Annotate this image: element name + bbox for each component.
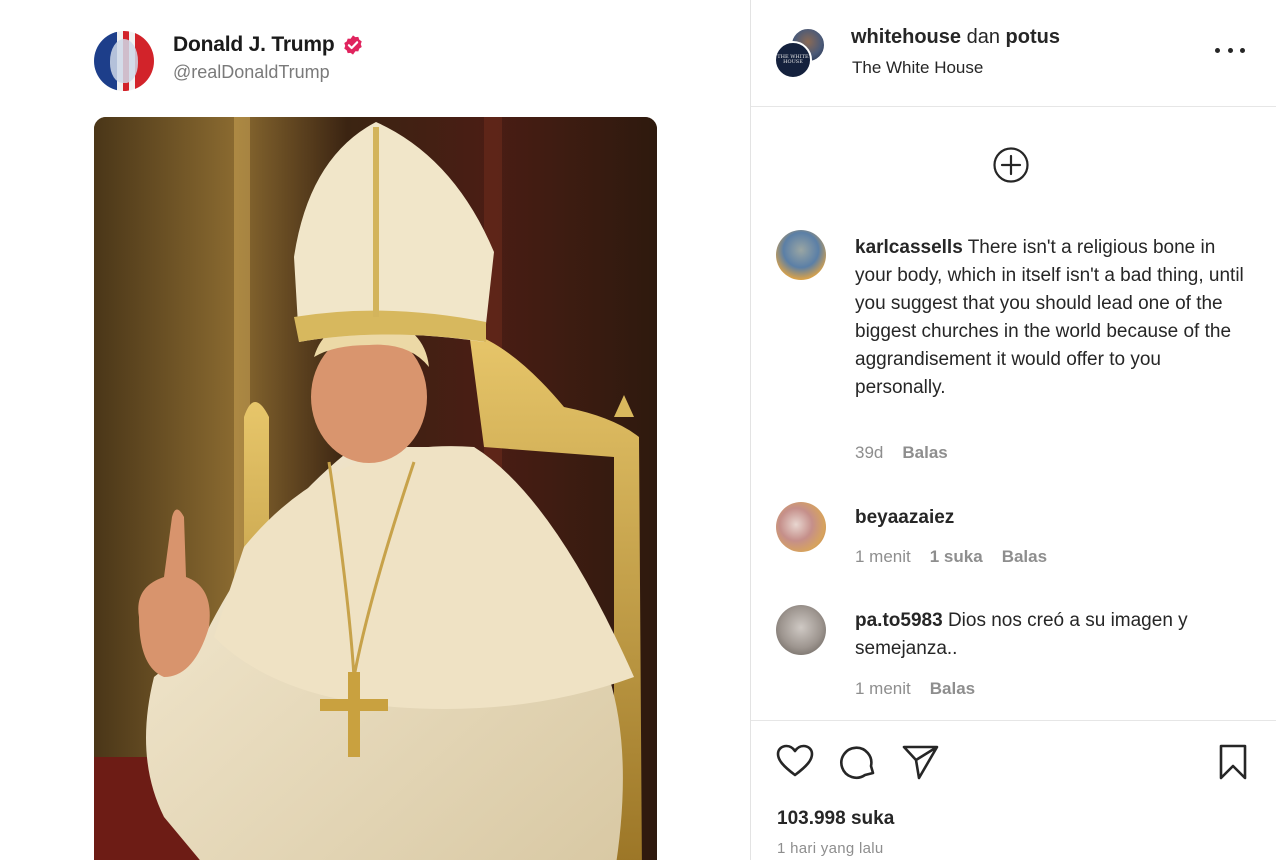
comment-meta: 1 menit 1 suka Balas	[855, 547, 1047, 567]
author-name[interactable]: Donald J. Trump	[173, 33, 335, 57]
comment-body: There isn't a religious bone in your bod…	[855, 237, 1244, 398]
share-icon[interactable]	[901, 742, 941, 782]
author-avatar[interactable]	[94, 31, 154, 91]
comment-text: beyaazaiez	[855, 504, 1255, 532]
bookmark-icon[interactable]	[1213, 742, 1253, 782]
like-count[interactable]: 103.998 suka	[777, 808, 894, 830]
verified-badge-icon	[343, 35, 362, 55]
post-author-header: Donald J. Trump @realDonaldTrump	[94, 30, 364, 92]
comment-username[interactable]: pa.to5983	[855, 610, 943, 631]
collab-title: whitehouse dan potus	[851, 26, 1060, 49]
comment-username[interactable]: beyaazaiez	[855, 507, 954, 528]
comment-time[interactable]: 1 menit	[855, 679, 911, 699]
account-potus[interactable]: potus	[1006, 26, 1060, 48]
comment-meta: 39d Balas	[855, 443, 948, 463]
portrait-image	[94, 117, 657, 860]
post-date[interactable]: 1 hari yang lalu	[777, 840, 884, 857]
collab-avatars[interactable]: THE WHITE HOUSE	[774, 27, 828, 79]
commenter-avatar[interactable]	[776, 502, 826, 552]
more-options-icon[interactable]	[1215, 40, 1245, 60]
header-subtitle[interactable]: The White House	[852, 58, 983, 78]
reply-button[interactable]: Balas	[930, 679, 975, 699]
comments-section: karlcassells There isn't a religious bon…	[751, 108, 1276, 720]
author-name-row: Donald J. Trump	[173, 33, 364, 57]
comment-icon[interactable]	[839, 742, 879, 782]
reply-button[interactable]: Balas	[1002, 547, 1047, 567]
comment-likes[interactable]: 1 suka	[930, 547, 983, 567]
whitehouse-avatar-text: THE WHITE HOUSE	[777, 54, 809, 65]
comment-meta: 1 menit Balas	[855, 679, 975, 699]
comment-text: karlcassells There isn't a religious bon…	[855, 234, 1255, 402]
commenter-avatar[interactable]	[776, 230, 826, 280]
heart-icon[interactable]	[775, 742, 815, 782]
instagram-panel: THE WHITE HOUSE whitehouse dan potus The…	[751, 0, 1276, 860]
post-header: THE WHITE HOUSE whitehouse dan potus The…	[751, 0, 1276, 107]
whitehouse-avatar[interactable]: THE WHITE HOUSE	[774, 41, 812, 79]
author-handle[interactable]: @realDonaldTrump	[173, 62, 364, 83]
comment-time[interactable]: 1 menit	[855, 547, 911, 567]
post-image[interactable]	[94, 117, 657, 860]
commenter-avatar[interactable]	[776, 605, 826, 655]
comment-time[interactable]: 39d	[855, 443, 883, 463]
account-whitehouse[interactable]: whitehouse	[851, 26, 961, 48]
collab-joiner: dan	[966, 26, 1000, 48]
actions-divider	[751, 720, 1276, 721]
embedded-post: Donald J. Trump @realDonaldTrump	[0, 0, 752, 860]
comment-text: pa.to5983 Dios nos creó a su imagen y se…	[855, 607, 1255, 663]
author-info: Donald J. Trump @realDonaldTrump	[173, 33, 364, 83]
comment-username[interactable]: karlcassells	[855, 237, 963, 258]
plus-circle-icon[interactable]	[992, 146, 1030, 184]
reply-button[interactable]: Balas	[902, 443, 947, 463]
